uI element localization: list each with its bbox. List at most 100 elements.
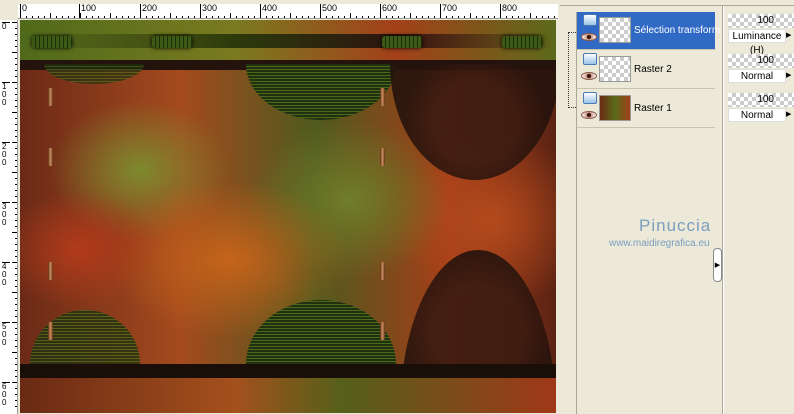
green-pill (32, 36, 72, 48)
ruler-tick (15, 184, 17, 185)
ruler-label: 700 (440, 4, 457, 18)
layer-name: Sélection transform (634, 25, 721, 36)
ruler-tick (488, 16, 489, 18)
ruler-tick (56, 16, 57, 18)
ruler-tick (15, 208, 17, 209)
striped-dome (246, 300, 396, 364)
ruler-tick (446, 16, 447, 18)
ruler-tick (296, 16, 297, 18)
ruler-label: 200 (140, 4, 157, 18)
ruler-tick (12, 262, 17, 263)
splitter[interactable] (722, 6, 724, 414)
layer-type-icon (583, 14, 597, 26)
ruler-tick (542, 16, 543, 18)
ruler-tick (15, 406, 17, 407)
ruler-tick (15, 70, 17, 71)
watermark-name: Pinuccia (639, 216, 712, 235)
ruler-tick (15, 34, 17, 35)
blend-mode-select[interactable]: Normal (728, 69, 786, 83)
ruler-tick (494, 16, 495, 18)
ruler-tick (368, 16, 369, 18)
ruler-tick (15, 130, 17, 131)
visibility-eye-icon[interactable] (581, 33, 597, 41)
ruler-tick (464, 16, 465, 18)
ruler-tick (308, 16, 309, 18)
ruler-tick (15, 238, 17, 239)
peg (380, 88, 385, 106)
ruler-tick (15, 364, 17, 365)
ruler-tick (15, 118, 17, 119)
ruler-tick (116, 16, 117, 18)
visibility-eye-icon[interactable] (581, 72, 597, 80)
ruler-tick (15, 190, 17, 191)
ruler-tick (15, 388, 17, 389)
layer-row-selection-transform[interactable]: Sélection transform (577, 12, 720, 50)
ruler-tick (12, 82, 17, 83)
blend-dropdown-arrow-icon[interactable]: ▶ (786, 29, 794, 43)
ruler-tick (260, 13, 261, 18)
ruler-tick (74, 16, 75, 18)
striped-dome (246, 64, 396, 120)
ruler-tick (362, 16, 363, 18)
ruler-tick (470, 13, 471, 18)
blend-mode-select[interactable]: Luminance (H) (728, 29, 786, 56)
ruler-tick (434, 16, 435, 18)
ruler-tick (380, 13, 381, 18)
ruler-tick (12, 142, 17, 143)
vertical-ruler: 0 100 200 300 400 500 600 (0, 20, 18, 414)
layer-name: Raster 2 (634, 64, 672, 75)
ruler-label: 500 (2, 322, 10, 347)
layer-thumbnail (599, 95, 631, 121)
ruler-tick (15, 220, 17, 221)
ruler-tick (32, 16, 33, 18)
ruler-label: 0 (2, 22, 10, 31)
ruler-tick (242, 16, 243, 18)
blend-dropdown-arrow-icon[interactable]: ▶ (786, 69, 794, 83)
ruler-tick (110, 13, 111, 18)
ruler-tick (200, 13, 201, 18)
collapse-panel-button[interactable]: ▶ (713, 248, 722, 282)
layer-row-raster-2[interactable]: Raster 2 (577, 51, 715, 89)
opacity-slider[interactable]: 100 (728, 14, 794, 28)
ruler-label: 800 (500, 4, 517, 18)
ruler-tick (15, 400, 17, 401)
peg (48, 262, 53, 280)
ruler-tick (15, 328, 17, 329)
ruler-tick (12, 352, 17, 353)
layer-type-icon (583, 53, 597, 65)
ruler-tick (194, 16, 195, 18)
ruler-tick (80, 13, 81, 18)
visibility-eye-icon[interactable] (581, 111, 597, 119)
ruler-tick (12, 52, 17, 53)
blend-mode-select[interactable]: Normal (728, 108, 786, 122)
ruler-tick (15, 64, 17, 65)
opacity-slider[interactable]: 100 (728, 93, 794, 107)
striped-dome (44, 64, 144, 84)
group-link-line (568, 32, 576, 108)
ruler-tick (518, 16, 519, 18)
ruler-tick (530, 13, 531, 18)
ruler-tick (15, 376, 17, 377)
image-canvas[interactable] (20, 20, 556, 413)
ruler-tick (15, 94, 17, 95)
ruler-tick (506, 16, 507, 18)
blend-dropdown-arrow-icon[interactable]: ▶ (786, 108, 794, 122)
opacity-slider[interactable]: 100 (728, 54, 794, 68)
ruler-tick (12, 112, 17, 113)
ruler-tick (50, 13, 51, 18)
layer-row-raster-1[interactable]: Raster 1 (577, 90, 715, 128)
ruler-tick (266, 16, 267, 18)
ruler-tick (15, 274, 17, 275)
ruler-tick (320, 13, 321, 18)
ruler-tick (152, 16, 153, 18)
ruler-tick (350, 13, 351, 18)
ruler-tick (134, 16, 135, 18)
ruler-tick (128, 16, 129, 18)
ruler-tick (12, 232, 17, 233)
ruler-label: 600 (380, 4, 397, 18)
ruler-label: 400 (260, 4, 277, 18)
ruler-tick (15, 166, 17, 167)
ruler-tick (422, 16, 423, 18)
ruler-tick (290, 13, 291, 18)
ruler-tick (458, 16, 459, 18)
